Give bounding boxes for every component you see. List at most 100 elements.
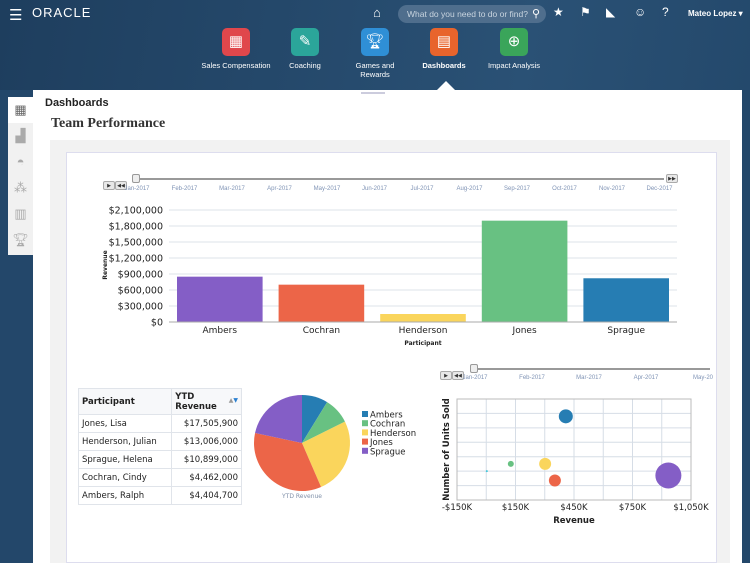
bar-sprague bbox=[583, 278, 669, 322]
star-icon[interactable]: ★ bbox=[553, 5, 564, 19]
y-tick-label: $300,000 bbox=[118, 302, 163, 313]
participant-cell: Ambers, Ralph bbox=[77, 486, 173, 505]
ytd-revenue-pie-chart: AmbersCochranHendersonJonesSpragueYTD Re… bbox=[254, 395, 416, 500]
impact-analysis-icon: ⊕ bbox=[500, 28, 528, 56]
legend-swatch bbox=[362, 447, 368, 454]
top-header: ☰ ORACLE ⌂ What do you need to do or fin… bbox=[0, 0, 750, 90]
revenue-cell: $13,006,000 bbox=[171, 432, 242, 451]
x-tick-label: Jones bbox=[512, 326, 537, 336]
dashboard-sidebar: ▦ ▟ ◓ ⁂ ▥ 🏆︎ bbox=[8, 97, 33, 255]
section-title: Dashboards bbox=[45, 97, 109, 109]
app-dashboards[interactable]: ▤ Dashboards bbox=[409, 28, 479, 70]
play-icon[interactable]: ▶ bbox=[103, 181, 115, 190]
slider-month-label: Apr-2017 bbox=[633, 375, 659, 381]
revenue-cell: $4,462,000 bbox=[171, 468, 242, 487]
selected-caret bbox=[437, 81, 455, 90]
search-icon[interactable]: ⚲ bbox=[532, 7, 540, 20]
slider-thumb[interactable] bbox=[470, 364, 478, 373]
fast-forward-icon[interactable]: ▶▶ bbox=[666, 174, 678, 183]
search-placeholder: What do you need to do or find? bbox=[407, 9, 528, 19]
revenue-cell: $4,404,700 bbox=[171, 486, 242, 505]
table-row[interactable]: Jones, Lisa $17,505,900 bbox=[77, 414, 242, 433]
slider-month-label: Sep-2017 bbox=[503, 186, 531, 192]
x-tick-label: Cochran bbox=[303, 326, 340, 336]
slider-month-label: Jan-2017 bbox=[462, 375, 488, 381]
app-sales-compensation[interactable]: ▦ Sales Compensation bbox=[201, 28, 271, 70]
column-header-ytd-revenue[interactable]: YTD Revenue ▲▼ bbox=[171, 388, 242, 415]
legend-swatch bbox=[362, 429, 368, 436]
bubble bbox=[485, 470, 488, 473]
bubble bbox=[539, 457, 552, 470]
x-tick-label: Ambers bbox=[203, 326, 238, 336]
page-title: Team Performance bbox=[51, 116, 166, 131]
y-tick-label: $600,000 bbox=[118, 286, 163, 297]
x-tick-label: -$150K bbox=[442, 503, 473, 513]
y-tick-label: $1,500,000 bbox=[109, 238, 163, 249]
bubble bbox=[558, 409, 573, 424]
bubble bbox=[548, 474, 561, 487]
x-tick-label: $150K bbox=[502, 503, 530, 513]
time-slider[interactable]: ▶ ◀◀ ▶▶ bbox=[103, 174, 678, 190]
x-tick-label: $750K bbox=[619, 503, 647, 513]
legend-swatch bbox=[362, 420, 368, 427]
bubble bbox=[655, 462, 682, 489]
coaching-icon: ✎ bbox=[291, 28, 319, 56]
slider-thumb[interactable] bbox=[132, 174, 140, 183]
app-games-and-rewards[interactable]: 🏆︎ Games and Rewards bbox=[340, 28, 410, 79]
y-axis-title: Revenue bbox=[102, 250, 109, 279]
sidebar-trophy-icon[interactable]: 🏆︎ bbox=[8, 227, 33, 253]
sidebar-gauge-icon[interactable]: ◓ bbox=[8, 149, 33, 175]
ytd-revenue-table: Participant YTD Revenue ▲▼ Jones, Lisa $17,… bbox=[77, 388, 242, 505]
y-axis-title: Number of Units Sold bbox=[442, 398, 452, 500]
search-input[interactable]: What do you need to do or find? ⚲ bbox=[398, 5, 546, 23]
participant-cell: Henderson, Julian bbox=[77, 432, 173, 451]
app-coaching[interactable]: ✎ Coaching bbox=[270, 28, 340, 70]
slider-month-label: May-2017 bbox=[313, 186, 341, 192]
trophy-icon: 🏆︎ bbox=[361, 28, 389, 56]
app-impact-analysis[interactable]: ⊕ Impact Analysis bbox=[479, 28, 549, 70]
revenue-cell: $10,899,000 bbox=[171, 450, 242, 469]
sidebar-layout-icon[interactable]: ▥ bbox=[8, 201, 33, 227]
x-tick-label: Henderson bbox=[399, 326, 448, 336]
slider-month-label: Jun-2017 bbox=[361, 186, 388, 192]
y-tick-label: $2,100,000 bbox=[109, 206, 163, 217]
table-row[interactable]: Ambers, Ralph $4,404,700 bbox=[77, 486, 242, 505]
bar-ambers bbox=[177, 276, 263, 322]
x-axis-title: Participant bbox=[404, 340, 441, 347]
sidebar-team-performance-icon[interactable]: ▦ bbox=[8, 97, 33, 123]
slider-month-label: Jul-2017 bbox=[410, 186, 434, 192]
bar-jones bbox=[481, 220, 568, 322]
column-header-participant[interactable]: Participant bbox=[77, 388, 173, 415]
sidebar-chart-icon[interactable]: ▟ bbox=[8, 123, 33, 149]
revenue-units-bubble-chart: -$150K $150K $450K $750K $1,050K Revenue Numbe… bbox=[442, 398, 709, 526]
slider-month-label: Dec-2017 bbox=[646, 186, 673, 192]
table-row[interactable]: Henderson, Julian $13,006,000 bbox=[77, 432, 242, 451]
y-tick-label: $900,000 bbox=[118, 270, 163, 281]
bell-icon[interactable]: ◣ bbox=[606, 5, 615, 19]
slider-month-label: Mar-2017 bbox=[576, 375, 602, 381]
slider-month-label: Apr-2017 bbox=[267, 186, 292, 192]
sort-icon[interactable]: ▲▼ bbox=[229, 397, 238, 404]
collapse-handle[interactable] bbox=[361, 92, 385, 94]
menu-icon[interactable]: ☰ bbox=[9, 6, 22, 24]
sidebar-org-icon[interactable]: ⁂ bbox=[8, 175, 33, 201]
play-icon[interactable]: ▶ bbox=[440, 371, 452, 380]
table-row[interactable]: Sprague, Helena $10,899,000 bbox=[77, 450, 242, 469]
slider-month-label: Feb-2017 bbox=[171, 186, 198, 192]
home-icon[interactable]: ⌂ bbox=[373, 5, 381, 20]
revenue-cell: $17,505,900 bbox=[171, 414, 242, 433]
participant-cell: Cochran, Cindy bbox=[77, 468, 173, 487]
x-tick-label: $1,050K bbox=[673, 503, 709, 513]
x-tick-label: $450K bbox=[560, 503, 588, 513]
participant-cell: Sprague, Helena bbox=[77, 450, 173, 469]
slider-month-label: Aug-2017 bbox=[456, 186, 483, 192]
table-row[interactable]: Cochran, Cindy $4,462,000 bbox=[77, 468, 242, 487]
flag-icon[interactable]: ⚑ bbox=[580, 5, 591, 19]
accessibility-icon[interactable]: ☺ bbox=[634, 5, 646, 19]
user-menu[interactable]: Mateo Lopez ▾ bbox=[688, 9, 743, 18]
participant-cell: Jones, Lisa bbox=[77, 414, 173, 433]
legend-swatch bbox=[362, 411, 368, 417]
help-icon[interactable]: ? bbox=[662, 5, 669, 19]
dashboard-icon: ▤ bbox=[430, 28, 458, 56]
pie-caption: YTD Revenue bbox=[281, 493, 322, 500]
